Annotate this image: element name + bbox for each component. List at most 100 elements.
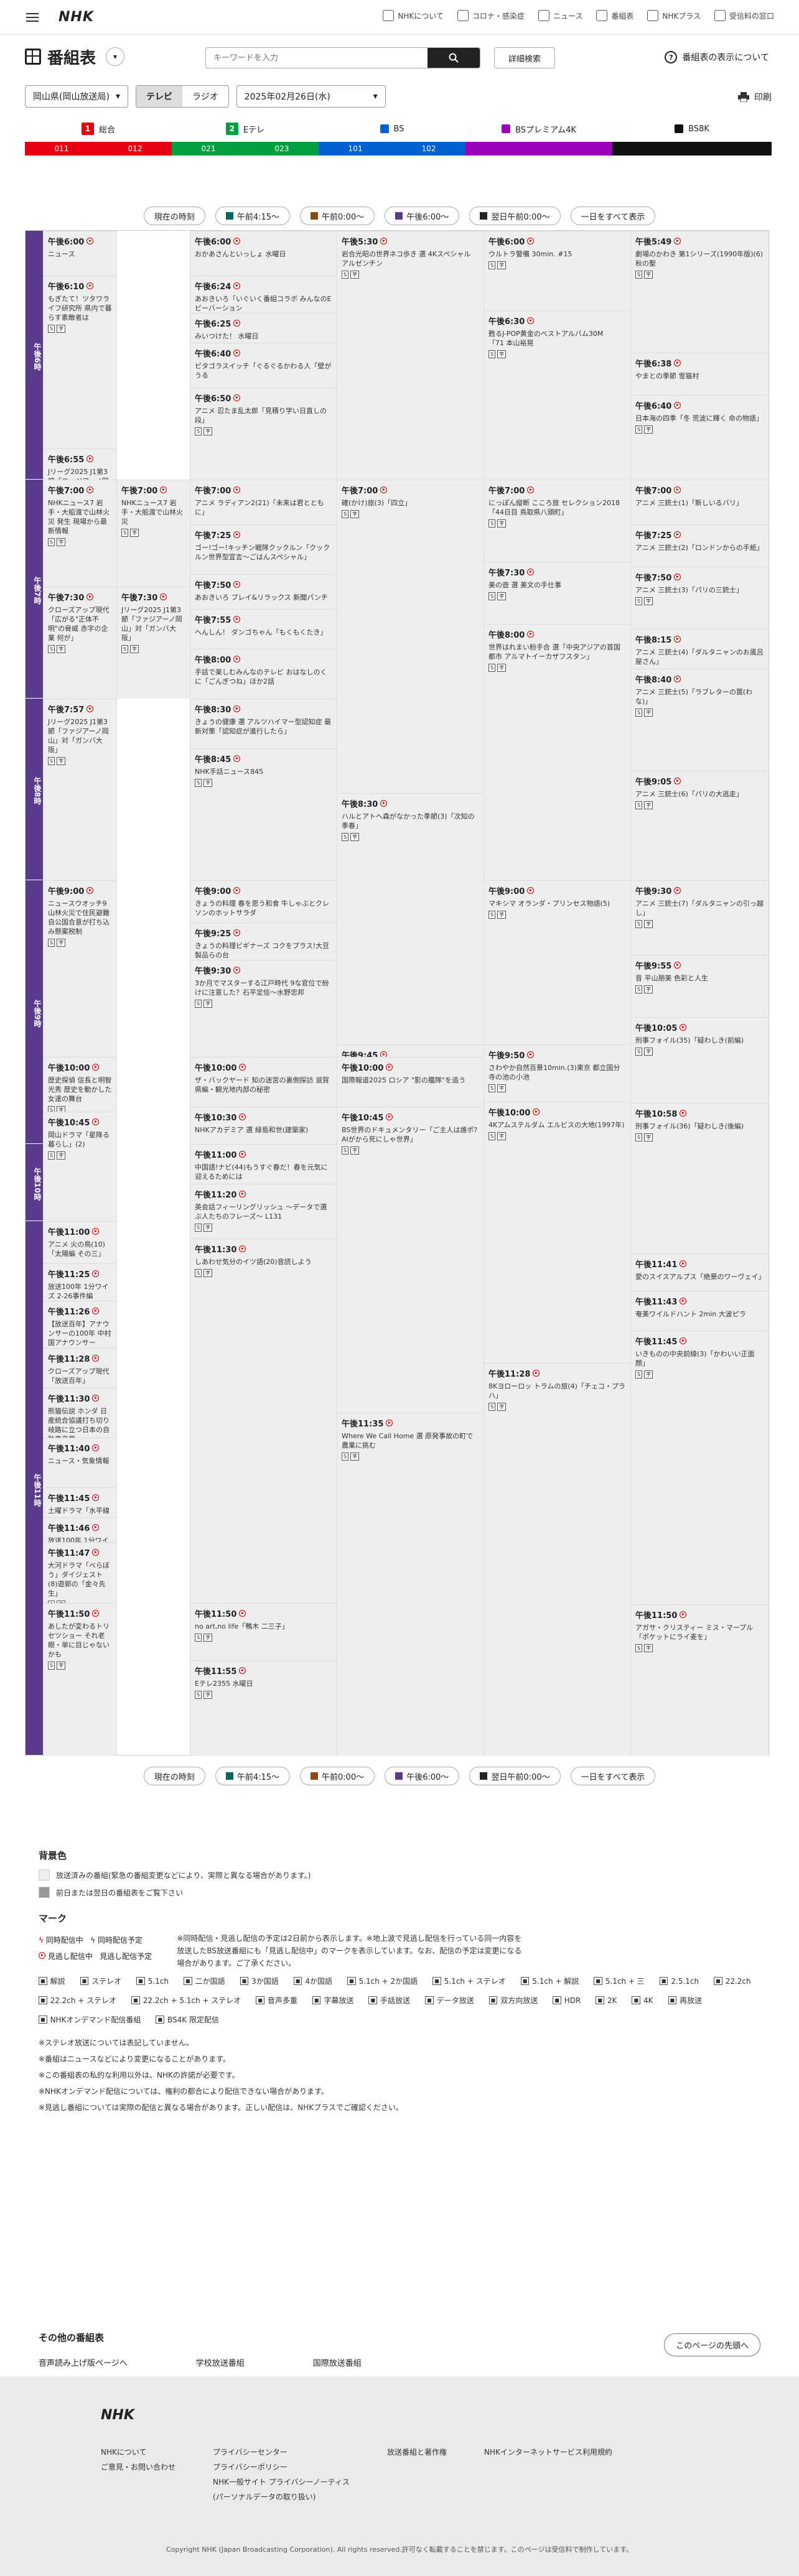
date-select[interactable]: 2025年02月26日(水) ▾ (236, 85, 386, 108)
vod-icon[interactable] (86, 455, 94, 462)
vod-icon[interactable] (92, 1270, 100, 1277)
subchannel[interactable]: 012 (98, 142, 172, 156)
program-cell[interactable]: 午後9:00 マキシマ オランダ・プリンセス物語(5) S 字 (484, 880, 630, 1044)
program-cell[interactable]: 午後6:24 あおきいろ「いぐいく番組コラボ みんなのEビーバーション (190, 276, 337, 313)
vod-icon[interactable] (674, 676, 681, 682)
vod-icon[interactable] (239, 1667, 246, 1674)
program-cell[interactable]: 午後5:49 劇場のかわき 第1シリーズ(1990年版)(6)秋の聖 S 字 (631, 231, 769, 353)
vod-icon[interactable] (239, 1245, 246, 1252)
vod-icon[interactable] (86, 887, 94, 894)
jump-evening-button[interactable]: 午後6:00〜 (385, 1767, 460, 1785)
program-cell[interactable]: 午後7:30 クローズアップ現代「広がる"正体不明"の脅威 赤字の企業 何が」 S 字 (44, 587, 116, 699)
vod-icon[interactable] (527, 317, 535, 324)
program-cell[interactable]: 午後10:45 岡山ドラマ「星降る暮らし」(2) S 字 (44, 1112, 116, 1221)
vod-icon[interactable] (233, 320, 241, 327)
vod-icon[interactable] (527, 1051, 535, 1058)
nhk-logo[interactable]: NHK (58, 9, 94, 25)
program-cell[interactable]: 午後8:40 アニメ 三銃士(5)「ラブレターの罠(わな)」 S 字 (631, 669, 769, 771)
program-cell[interactable]: 午後7:55 へんしん！ ダンゴちゃん「もくもくたき」 (190, 609, 337, 649)
vod-icon[interactable] (160, 486, 167, 493)
channel-4[interactable]: BSプレミアム4K (465, 119, 612, 138)
vod-icon[interactable] (92, 1610, 100, 1617)
program-cell[interactable]: 午後10:00 4Kアムステルダム エルビスの大地(1997年) S 字 (484, 1102, 630, 1363)
program-cell[interactable]: 午後7:00 NHKニュース7 岩手・大船渡で山林火災 発生 現場から最新情報 S 字 (44, 480, 116, 587)
program-cell[interactable]: 午後6:30 甦るJ-POP黄金のベストアルバム30M「71 本山裕晃 S 字 (484, 310, 630, 480)
vod-icon[interactable] (533, 1109, 540, 1115)
top-link[interactable]: 番組表 (596, 10, 633, 21)
vod-icon[interactable] (680, 1110, 687, 1117)
program-cell[interactable]: 午後11:46 放送100年 1分ワイズ 2-26事件編 (44, 1517, 116, 1542)
program-cell[interactable]: 午後11:50 アガサ・クリスティー ミス・マープル「ポケットにライ麦を」 S 字 (631, 1604, 769, 1756)
vod-icon[interactable] (86, 238, 94, 244)
subchannel[interactable]: 101 (319, 142, 392, 156)
program-cell[interactable]: 午後9:30 3か月でマスターする江戸時代 9な官位で紛けに注意した？石平定信～水… (190, 960, 337, 1057)
vod-icon[interactable] (233, 929, 241, 936)
program-cell[interactable]: 午後11:28 8Kヨローロッ トラムの旅(4)「チェコ・プラハ」 S 字 (484, 1363, 630, 1756)
region-select[interactable]: 岡山県(岡山放送局) ▾ (25, 85, 128, 108)
program-cell[interactable]: 午後9:05 アニメ 三銃士(6)「パリの大逃走」 S 字 (631, 771, 769, 880)
program-cell[interactable]: 午後7:00 NHKニュース7 岩手・大船渡で山林火災 S 字 (117, 480, 190, 587)
program-cell[interactable]: 午後7:57 Jリーグ2025 J1第3節「ファジアーノ岡山」対「ガンバ大阪」 S 字 (44, 699, 116, 880)
other-link[interactable]: 音声読み上げ版ページへ (39, 2356, 128, 2368)
program-cell[interactable]: 午後11:25 放送100年 1分ワイズ 2-26事件編 (44, 1263, 116, 1301)
show-all-day-button[interactable]: 一日をすべて表示 (570, 1767, 656, 1785)
tab-tv[interactable]: テレビ (136, 86, 182, 107)
program-cell[interactable]: 午後11:41 愛のスイスアルプス「絶景のワーヴェイ」 (631, 1253, 769, 1291)
vod-icon[interactable] (527, 569, 535, 575)
footer-link[interactable]: NHKについて (101, 2445, 175, 2460)
vod-icon[interactable] (160, 593, 167, 600)
vod-icon[interactable] (380, 486, 388, 493)
program-cell[interactable]: 午後11:30 熊猫伝説 ホンダ 日産統合協議打ち切り 岐路に立つ日本の自動車産業 (44, 1388, 116, 1438)
other-link[interactable]: 国際放送番組 (313, 2356, 362, 2368)
vod-icon[interactable] (380, 1051, 388, 1057)
program-cell[interactable]: 午後5:30 岩合光昭の世界ネコ歩き 選 4Kスペシャル アルゼンチン S 字 (337, 231, 484, 480)
vod-icon[interactable] (674, 360, 681, 366)
program-cell[interactable]: 午後7:00 アニメ ラディアン2(21)「未来は君とともに」 (190, 480, 337, 524)
subchannel[interactable]: 023 (245, 142, 319, 156)
show-all-day-button[interactable]: 一日をすべて表示 (570, 207, 656, 225)
program-cell[interactable]: 午後6:10 もぎたて！ツタワライフ研究所 県内で暮らす素敵者は S 字 (44, 276, 116, 449)
jump-now-button[interactable]: 現在の時刻 (143, 1767, 205, 1785)
program-cell[interactable]: 午後8:45 NHK手話ニュース845 S 字 (190, 748, 337, 880)
program-cell[interactable]: 午後6:40 ピタゴラスイッチ「ぐるぐるかわる人「壁がうる (190, 343, 337, 388)
vod-icon[interactable] (92, 1308, 100, 1314)
program-cell[interactable]: 午後6:55 Jリーグ2025 J1第3節「ファジアーノ岡山」対「ガンバ大阪」 (44, 449, 116, 480)
print-button[interactable]: 印刷 (738, 91, 772, 103)
vod-icon[interactable] (92, 1395, 100, 1402)
footer-link[interactable]: ご意見・お問い合わせ (101, 2460, 175, 2475)
vod-icon[interactable] (527, 238, 535, 244)
vod-icon[interactable] (386, 1064, 393, 1071)
program-cell[interactable]: 午後7:30 美の壺 選 美文の手仕事 S 字 (484, 562, 630, 624)
vod-icon[interactable] (680, 1298, 687, 1304)
program-cell[interactable]: 午後11:43 奄美ワイルドハント 2min 大波ピラ (631, 1291, 769, 1331)
vod-icon[interactable] (233, 967, 241, 974)
vod-icon[interactable] (233, 238, 241, 244)
vod-icon[interactable] (674, 531, 681, 538)
vod-icon[interactable] (92, 1355, 100, 1362)
program-cell[interactable]: 午後10:05 刑事フォイル(35)「疑わしき(前編) S 字 (631, 1017, 769, 1103)
program-cell[interactable]: 午後9:45空飛ぶ庭 英国が輝けた週 植物学 戦いに抵抗の人生 (337, 1044, 484, 1057)
program-cell[interactable]: 午後11:50 あしたが変わるトリセツショー それ老眼・単に目じゃないかも S 字 (44, 1603, 116, 1756)
vod-icon[interactable] (92, 1444, 100, 1451)
program-cell[interactable]: 午後8:00 手話で楽しむみんなのテレビ おはなしのくに「ごんぎつね」ほか2話 (190, 649, 337, 699)
program-cell[interactable]: 午後7:50 アニメ 三銃士(3)「パリの三銃士」 S 字 (631, 567, 769, 629)
program-cell[interactable]: 午後11:00 中国語!ナビ(44)もうすぐ春だ！春を元気に迎えるためには (190, 1144, 337, 1184)
program-cell[interactable]: 午後11:20 英会話フィーリングリッシュ ～データで選ぶ人たちのフレーズ～ L1… (190, 1184, 337, 1239)
program-cell[interactable]: 午後7:00 アニメ 三銃士(1)「新しいるバリ」 (631, 480, 769, 524)
vod-icon[interactable] (233, 581, 241, 588)
program-cell[interactable]: 午後6:00 ニュース (44, 231, 116, 276)
vod-icon[interactable] (92, 1549, 100, 1556)
vod-icon[interactable] (674, 486, 681, 493)
program-cell[interactable]: 午後9:00 きょうの料理 春を思う和食 牛しゃぶとクレソンのホットサラダ (190, 880, 337, 923)
vod-icon[interactable] (92, 1064, 100, 1071)
vod-icon[interactable] (233, 350, 241, 356)
program-cell[interactable]: 午後7:25 ゴー!ゴー!キッチン戦隊クックルン「クックルン世界型宣言～ごはんスペ… (190, 524, 337, 574)
footer-link[interactable]: NHKインターネットサービス利用規約 (484, 2445, 612, 2460)
jump-nextday-button[interactable]: 翌日午前0:00〜 (469, 1767, 561, 1785)
subchannel[interactable] (465, 142, 612, 156)
program-cell[interactable]: 午後6:38 やまとの季節 雪猫村 (631, 353, 769, 395)
vod-icon[interactable] (527, 631, 535, 638)
vod-icon[interactable] (386, 1114, 393, 1120)
channel-5[interactable]: BS8K (612, 119, 772, 138)
other-link[interactable]: 学校放送番組 (196, 2356, 245, 2368)
